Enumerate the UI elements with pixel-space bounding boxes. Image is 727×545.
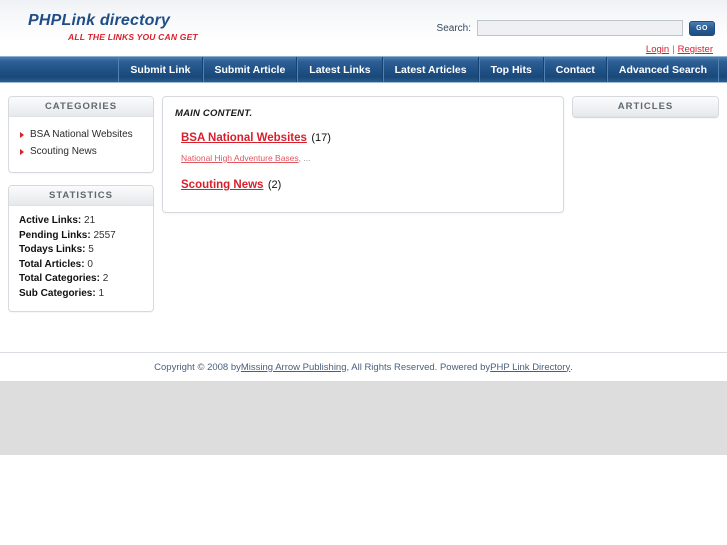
nav-item-latest-articles[interactable]: Latest Articles [382, 57, 479, 82]
right-sidebar: ARTICLES [572, 96, 719, 130]
login-link[interactable]: Login [646, 44, 669, 55]
left-sidebar: CATEGORIES BSA National Websites Scoutin… [8, 96, 154, 324]
list-item: Sub Categories: 1 [19, 287, 143, 302]
list-item[interactable]: BSA National Websites [19, 128, 143, 142]
list-item: Todays Links: 5 [19, 243, 143, 258]
main-category-count-scouting-news: (2) [267, 179, 282, 191]
categories-list: BSA National Websites Scouting News [19, 128, 143, 159]
categories-panel-body: BSA National Websites Scouting News [9, 117, 153, 172]
stat-label-active-links: Active Links: [19, 215, 82, 226]
search-label: Search: [436, 22, 471, 34]
site-header: PHPLink directory ALL THE LINKS YOU CAN … [0, 0, 727, 56]
footer-copyright-suffix: . [570, 361, 573, 373]
arrow-bullet-icon [20, 132, 24, 138]
stat-value-active-links: 21 [84, 215, 96, 226]
stat-label-pending-links: Pending Links: [19, 229, 91, 241]
stat-value-total-articles: 0 [87, 258, 93, 270]
search-input[interactable] [477, 20, 683, 36]
logo-tagline: ALL THE LINKS YOU CAN GET [68, 32, 198, 42]
subcategory-link-national-high-adventure-bases[interactable]: National High Adventure Bases [181, 153, 299, 163]
subcategory-line-bsa: National High Adventure Bases, ... [181, 152, 551, 164]
footer-publisher-link[interactable]: Missing Arrow Publishing [241, 362, 347, 373]
logo-title: PHPLink directory [28, 12, 171, 29]
main-category-count-bsa: (17) [311, 132, 331, 144]
list-item: Total Categories: 2 [19, 272, 143, 287]
nav-item-submit-article[interactable]: Submit Article [202, 57, 298, 82]
articles-panel-title: ARTICLES [573, 97, 718, 117]
site-logo[interactable]: PHPLink directory ALL THE LINKS YOU CAN … [28, 13, 198, 42]
search-bar: Search: GO [437, 20, 715, 36]
page-title: MAIN CONTENT. [175, 108, 253, 119]
articles-panel: ARTICLES [572, 96, 719, 118]
page-content: CATEGORIES BSA National Websites Scoutin… [0, 83, 727, 361]
nav-item-contact[interactable]: Contact [543, 57, 607, 82]
stat-value-todays-links: 5 [88, 244, 94, 255]
category-heading: Scouting News (2) [181, 175, 551, 194]
page-root: PHPLink directory ALL THE LINKS YOU CAN … [0, 0, 727, 545]
search-go-button[interactable]: GO [689, 20, 715, 36]
categories-panel-title: CATEGORIES [9, 97, 153, 117]
register-link[interactable]: Register [678, 44, 713, 55]
stat-value-pending-links: 2557 [93, 229, 116, 241]
page-bottom-whitespace [0, 455, 727, 545]
account-links: Login | Register [646, 44, 713, 55]
stat-value-sub-categories: 1 [98, 287, 105, 299]
nav-item-latest-links[interactable]: Latest Links [297, 57, 383, 82]
main-column: MAIN CONTENT. BSA National Websites (17)… [162, 96, 564, 213]
statistics-panel-title: STATISTICS [9, 186, 153, 206]
statistics-list: Active Links: 21 Pending Links: 2557 Tod… [19, 214, 143, 301]
footer-copyright-prefix: Copyright © 2008 by [154, 361, 241, 373]
footer-engine-link[interactable]: PHP Link Directory [490, 362, 570, 373]
main-content-card: MAIN CONTENT. BSA National Websites (17)… [162, 96, 564, 213]
category-block-bsa: BSA National Websites (17) National High… [175, 128, 551, 164]
category-link-bsa-national-websites[interactable]: BSA National Websites [30, 129, 133, 140]
category-block-scouting-news: Scouting News (2) [175, 175, 551, 194]
categories-panel: CATEGORIES BSA National Websites Scoutin… [8, 96, 154, 173]
nav-item-advanced-search[interactable]: Advanced Search [606, 57, 719, 82]
list-item: Active Links: 21 [19, 214, 143, 229]
account-separator: | [672, 44, 675, 55]
category-link-scouting-news[interactable]: Scouting News [30, 146, 97, 157]
list-item[interactable]: Scouting News [19, 145, 143, 159]
arrow-bullet-icon [20, 149, 24, 155]
footer-copyright-middle: , All Rights Reserved. Powered by [346, 361, 491, 373]
nav-item-top-hits[interactable]: Top Hits [478, 57, 544, 82]
stat-label-total-categories: Total Categories: [19, 273, 100, 284]
stat-label-sub-categories: Sub Categories: [19, 287, 96, 299]
list-item: Pending Links: 2557 [19, 229, 143, 244]
site-footer: Copyright © 2008 by Missing Arrow Publis… [0, 353, 727, 381]
statistics-panel: STATISTICS Active Links: 21 Pending Link… [8, 185, 154, 312]
main-navigation: Submit Link Submit Article Latest Links … [0, 56, 727, 83]
list-item: Total Articles: 0 [19, 258, 143, 273]
statistics-panel-body: Active Links: 21 Pending Links: 2557 Tod… [9, 206, 153, 311]
subcategory-suffix: , ... [298, 153, 311, 163]
stat-label-todays-links: Todays Links: [19, 244, 86, 255]
stat-label-total-articles: Total Articles: [19, 258, 85, 270]
category-heading: BSA National Websites (17) [181, 128, 551, 147]
main-category-link-scouting-news[interactable]: Scouting News [181, 179, 263, 191]
nav-item-submit-link[interactable]: Submit Link [118, 57, 203, 82]
below-footer-gray-area [0, 382, 727, 455]
stat-value-total-categories: 2 [102, 273, 109, 284]
main-category-link-bsa[interactable]: BSA National Websites [181, 132, 307, 144]
